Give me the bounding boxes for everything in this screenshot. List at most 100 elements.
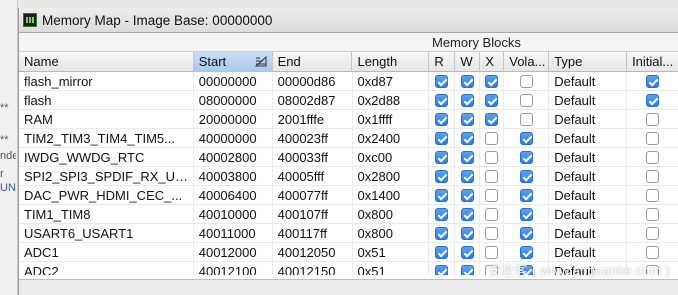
- initialized-checkbox[interactable]: [646, 94, 660, 107]
- w-checkbox[interactable]: [460, 189, 474, 202]
- table-row[interactable]: USART6_USART1 40011000 400117ff 0x800 Defaul…: [19, 224, 678, 243]
- cell-volatile: [504, 148, 550, 167]
- table-row[interactable]: DAC_PWR_HDMI_CEC_... 40006400 400077ff 0x14…: [19, 186, 678, 205]
- x-checkbox[interactable]: [485, 75, 499, 88]
- r-checkbox[interactable]: [435, 113, 449, 126]
- x-checkbox[interactable]: [485, 132, 499, 145]
- initialized-checkbox[interactable]: [646, 113, 660, 126]
- cell-start: 40010000: [194, 205, 273, 224]
- cell-initialized: [627, 110, 678, 129]
- initialized-checkbox[interactable]: [646, 208, 660, 221]
- cell-length: 0x800: [353, 205, 430, 224]
- w-checkbox[interactable]: [460, 246, 474, 259]
- volatile-checkbox[interactable]: [519, 208, 533, 221]
- column-header-w[interactable]: W: [455, 52, 481, 72]
- cell-start: 40000000: [194, 129, 273, 148]
- r-checkbox[interactable]: [435, 170, 449, 183]
- table-row[interactable]: SPI2_SPI3_SPDIF_RX_US... 40003800 40005fff…: [19, 167, 678, 186]
- cell-length: 0xd87: [353, 72, 430, 91]
- initialized-checkbox[interactable]: [646, 246, 660, 259]
- table-row[interactable]: flash 08000000 08002d87 0x2d88 Default: [19, 91, 678, 110]
- r-checkbox[interactable]: [435, 189, 449, 202]
- r-checkbox[interactable]: [435, 75, 449, 88]
- w-checkbox[interactable]: [460, 94, 474, 107]
- r-checkbox[interactable]: [435, 208, 449, 221]
- column-header-type[interactable]: Type: [549, 52, 628, 72]
- volatile-checkbox[interactable]: [519, 94, 533, 107]
- volatile-checkbox[interactable]: [519, 151, 533, 164]
- volatile-checkbox[interactable]: [519, 189, 533, 202]
- sort-ascending-icon: [254, 56, 267, 67]
- cell-start: 40012100: [194, 262, 273, 275]
- background-text-fragment: r: [0, 168, 4, 180]
- table-row[interactable]: TIM1_TIM8 40010000 400107ff 0x800 Default: [19, 205, 678, 224]
- x-checkbox[interactable]: [485, 94, 499, 107]
- r-checkbox[interactable]: [435, 132, 449, 145]
- column-header-start[interactable]: Start: [193, 52, 273, 72]
- column-header-x[interactable]: X: [480, 52, 505, 72]
- background-text-fragment: nde: [0, 150, 16, 162]
- volatile-checkbox[interactable]: [519, 113, 533, 126]
- column-header-volatile[interactable]: Vola...: [504, 52, 550, 72]
- column-header-name[interactable]: Name: [19, 52, 194, 72]
- cell-r: [429, 91, 456, 110]
- cell-type: Default: [549, 91, 628, 110]
- w-checkbox[interactable]: [460, 75, 474, 88]
- table-row[interactable]: IWDG_WWDG_RTC 40002800 400033ff 0xc00 Defaul…: [19, 148, 678, 167]
- table-row[interactable]: flash_mirror 00000000 00000d86 0xd87 Default: [19, 72, 678, 91]
- w-checkbox[interactable]: [460, 113, 474, 126]
- cell-end: 40012050: [273, 243, 353, 262]
- column-header-length[interactable]: Length: [352, 52, 430, 72]
- initialized-checkbox[interactable]: [646, 227, 660, 240]
- initialized-checkbox[interactable]: [646, 75, 660, 88]
- cell-w: [455, 91, 481, 110]
- cell-end: 400107ff: [273, 205, 353, 224]
- w-checkbox[interactable]: [460, 227, 474, 240]
- x-checkbox[interactable]: [485, 151, 499, 164]
- initialized-checkbox[interactable]: [646, 170, 660, 183]
- cell-w: [455, 262, 481, 275]
- cell-r: [429, 243, 456, 262]
- column-header-initialized[interactable]: Initial...: [627, 52, 678, 72]
- table-row[interactable]: TIM2_TIM3_TIM4_TIM5... 40000000 400023ff 0x…: [19, 129, 678, 148]
- volatile-checkbox[interactable]: [519, 75, 533, 88]
- volatile-checkbox[interactable]: [519, 227, 533, 240]
- column-header-label: Initial...: [632, 54, 674, 69]
- volatile-checkbox[interactable]: [519, 246, 533, 259]
- r-checkbox[interactable]: [435, 246, 449, 259]
- w-checkbox[interactable]: [460, 265, 474, 275]
- background-text-fragment: UN: [0, 182, 16, 194]
- cell-w: [455, 205, 481, 224]
- cell-type: Default: [549, 224, 628, 243]
- x-checkbox[interactable]: [485, 189, 499, 202]
- table-row[interactable]: RAM 20000000 2001fffe 0x1ffff Default: [19, 110, 678, 129]
- cell-volatile: [504, 186, 550, 205]
- volatile-checkbox[interactable]: [519, 170, 533, 183]
- w-checkbox[interactable]: [460, 170, 474, 183]
- w-checkbox[interactable]: [460, 151, 474, 164]
- cell-end: 2001fffe: [273, 110, 353, 129]
- x-checkbox[interactable]: [485, 227, 499, 240]
- r-checkbox[interactable]: [435, 151, 449, 164]
- x-checkbox[interactable]: [485, 170, 499, 183]
- cell-volatile: [504, 205, 550, 224]
- r-checkbox[interactable]: [435, 227, 449, 240]
- cell-initialized: [627, 91, 678, 110]
- w-checkbox[interactable]: [460, 208, 474, 221]
- window-titlebar[interactable]: Memory Map - Image Base: 00000000: [19, 8, 678, 33]
- cell-start: 40003800: [194, 167, 273, 186]
- r-checkbox[interactable]: [435, 94, 449, 107]
- r-checkbox[interactable]: [435, 265, 449, 275]
- initialized-checkbox[interactable]: [646, 151, 660, 164]
- x-checkbox[interactable]: [485, 208, 499, 221]
- initialized-checkbox[interactable]: [646, 189, 660, 202]
- cell-length: 0x2d88: [353, 91, 430, 110]
- cell-initialized: [627, 72, 678, 91]
- x-checkbox[interactable]: [485, 246, 499, 259]
- x-checkbox[interactable]: [485, 113, 499, 126]
- column-header-r[interactable]: R: [429, 52, 456, 72]
- w-checkbox[interactable]: [460, 132, 474, 145]
- initialized-checkbox[interactable]: [646, 132, 660, 145]
- column-header-end[interactable]: End: [273, 52, 353, 72]
- volatile-checkbox[interactable]: [519, 132, 533, 145]
